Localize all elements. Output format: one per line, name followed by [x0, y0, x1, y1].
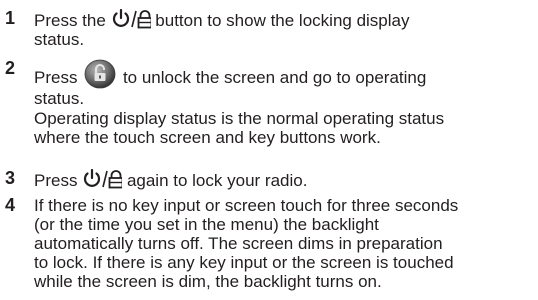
step-text-line: status.: [34, 89, 85, 108]
step-text: to unlock the screen and go to operating: [122, 68, 427, 87]
power-lock-icon: [111, 8, 152, 29]
step-text: Press the: [34, 11, 106, 30]
step-4: 4 If there is no key input or screen tou…: [0, 195, 459, 292]
step-text: button to show the locking display: [155, 11, 410, 30]
step-text-line: where the touch screen and key buttons w…: [34, 128, 381, 147]
step-text-line: automatically turns off. The screen dims…: [34, 234, 443, 253]
step-text-line: (or the time you set in the menu) the ba…: [34, 215, 379, 234]
step-number: 1: [5, 8, 16, 28]
step-2-note: Operating display status is the normal o…: [0, 109, 444, 147]
step-text-line: Press the button to show the locking dis…: [34, 8, 410, 30]
step-text-line: Press to unlock the screen and go to ope…: [34, 59, 426, 89]
step-3: 3 Press again to lock your radio.: [0, 168, 308, 191]
step-text: again to lock your radio.: [126, 171, 308, 190]
step-text-line: Press again to lock your radio.: [34, 168, 308, 190]
power-lock-icon: [82, 168, 124, 189]
step-text-line: status.: [34, 30, 85, 49]
step-text: Press: [34, 68, 78, 87]
step-text-line: while the screen is dim, the backlight t…: [34, 272, 382, 291]
step-text-line: Operating display status is the normal o…: [34, 109, 445, 128]
step-number: 2: [5, 58, 16, 78]
step-1: 1 Press the button to show the locking d…: [0, 8, 410, 50]
unlock-button-icon: [84, 59, 116, 89]
step-2: 2 Press to unlock the screen and go to o…: [0, 58, 426, 109]
step-number: 3: [5, 168, 16, 188]
step-number: 4: [5, 195, 16, 215]
step-text-line: to lock. If there is any key input or th…: [34, 253, 454, 272]
step-text-line: If there is no key input or screen touch…: [34, 196, 459, 215]
step-text: Press: [34, 171, 78, 190]
